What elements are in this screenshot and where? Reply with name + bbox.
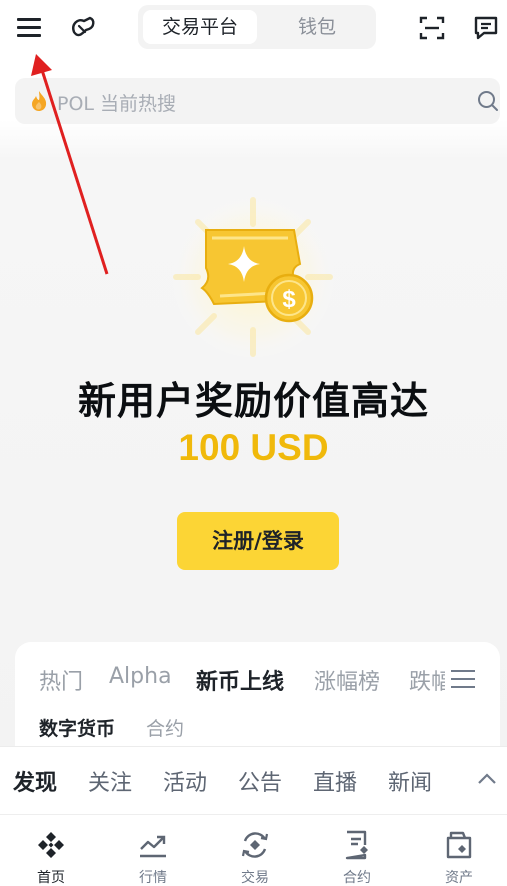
wallet-icon: [446, 831, 472, 859]
fire-icon: [32, 91, 47, 111]
message-icon[interactable]: [472, 14, 500, 42]
discover-tab-live[interactable]: 直播: [313, 765, 357, 797]
nav-home[interactable]: 首页: [11, 815, 91, 886]
discover-tab-announcements[interactable]: 公告: [238, 765, 282, 797]
market-tabs: 热门 Alpha 新币上线 涨幅榜 跌幅榜: [15, 642, 445, 712]
market-tab-new-listings[interactable]: 新币上线: [196, 664, 284, 696]
brand-icon[interactable]: [68, 12, 98, 42]
search-icon[interactable]: [477, 90, 499, 112]
svg-text:$: $: [282, 286, 296, 313]
market-tab-alpha[interactable]: Alpha: [109, 664, 172, 689]
nav-markets-label: 行情: [139, 870, 167, 886]
market-tab-hot[interactable]: 热门: [39, 664, 83, 696]
discover-tab-news[interactable]: 新闻: [388, 765, 432, 797]
segmented-control: 交易平台 钱包: [138, 5, 376, 49]
market-tab-gainers[interactable]: 涨幅榜: [314, 664, 380, 696]
nav-assets-label: 资产: [445, 870, 473, 886]
discover-tab-discover[interactable]: 发现: [13, 765, 57, 797]
nav-trade-label: 交易: [241, 870, 269, 886]
list-menu-icon[interactable]: [451, 668, 475, 690]
promo-title: 新用户奖励价值高达: [77, 379, 429, 423]
nav-home-label: 首页: [37, 870, 65, 886]
discover-bar: 发现 关注 活动 公告 直播 新闻: [0, 746, 507, 814]
markets-icon: [140, 835, 166, 858]
nav-markets[interactable]: 行情: [113, 815, 193, 886]
search-bar[interactable]: POL 当前热搜: [15, 78, 500, 124]
discover-tab-events[interactable]: 活动: [163, 765, 207, 797]
discover-tab-following[interactable]: 关注: [88, 765, 132, 797]
scan-icon[interactable]: [418, 14, 446, 42]
register-login-button[interactable]: 注册/登录: [177, 512, 339, 570]
promo-amount: 100 USD: [178, 427, 329, 468]
home-icon: [38, 832, 64, 858]
sub-tab-futures[interactable]: 合约: [146, 714, 184, 741]
trade-icon: [241, 832, 269, 858]
reward-ticket-icon: $: [169, 193, 337, 361]
header: 交易平台 钱包: [0, 0, 507, 56]
nav-futures[interactable]: 合约: [317, 815, 397, 886]
sub-tab-crypto[interactable]: 数字货币: [39, 714, 115, 741]
search-placeholder: POL 当前热搜: [57, 93, 177, 115]
nav-assets[interactable]: 资产: [419, 815, 499, 886]
menu-icon[interactable]: [17, 15, 43, 39]
nav-futures-label: 合约: [343, 870, 371, 886]
tab-wallet[interactable]: 钱包: [262, 10, 372, 44]
market-tab-losers[interactable]: 跌幅榜: [409, 664, 445, 696]
futures-icon: [345, 830, 368, 860]
nav-trade[interactable]: 交易: [215, 815, 295, 886]
tab-exchange[interactable]: 交易平台: [143, 10, 257, 44]
chevron-up-icon[interactable]: [477, 771, 497, 785]
bottom-nav: 首页 行情 交易 合约 资产: [0, 814, 507, 886]
